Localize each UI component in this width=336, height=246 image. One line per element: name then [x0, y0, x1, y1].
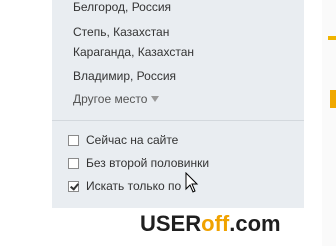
watermark-user: USER: [140, 211, 202, 236]
watermark-com: .com: [229, 211, 281, 236]
accent-bar-top: [328, 36, 336, 40]
no-partner-checkbox[interactable]: [68, 157, 79, 169]
filter-no-partner[interactable]: Без второй половинки: [68, 156, 209, 170]
dropdown-arrow-icon: [151, 96, 160, 102]
online-now-label: Сейчас на сайте: [86, 133, 179, 147]
accent-bar-mid: [330, 90, 336, 108]
location-option-belgorod[interactable]: Белгород, Россия: [73, 0, 171, 14]
location-option-vladimir[interactable]: Владимир, Россия: [73, 69, 176, 83]
mouse-cursor-icon: [185, 172, 199, 193]
search-only-label: Искать только по: [86, 179, 182, 193]
other-place-dropdown[interactable]: Другое место: [73, 92, 160, 106]
location-option-step[interactable]: Степь, Казахстан: [73, 25, 169, 39]
no-partner-label: Без второй половинки: [86, 156, 210, 170]
divider: [52, 120, 304, 121]
other-place-label: Другое место: [73, 92, 148, 106]
filter-search-only[interactable]: Искать только по: [68, 179, 181, 193]
filter-online-now[interactable]: Сейчас на сайте: [68, 133, 178, 147]
watermark-off: off: [201, 211, 230, 236]
watermark-logo: USERoff.com: [140, 211, 281, 237]
location-option-karaganda[interactable]: Караганда, Казахстан: [73, 45, 194, 59]
search-only-checkbox[interactable]: [68, 180, 79, 192]
online-now-checkbox[interactable]: [68, 134, 79, 146]
